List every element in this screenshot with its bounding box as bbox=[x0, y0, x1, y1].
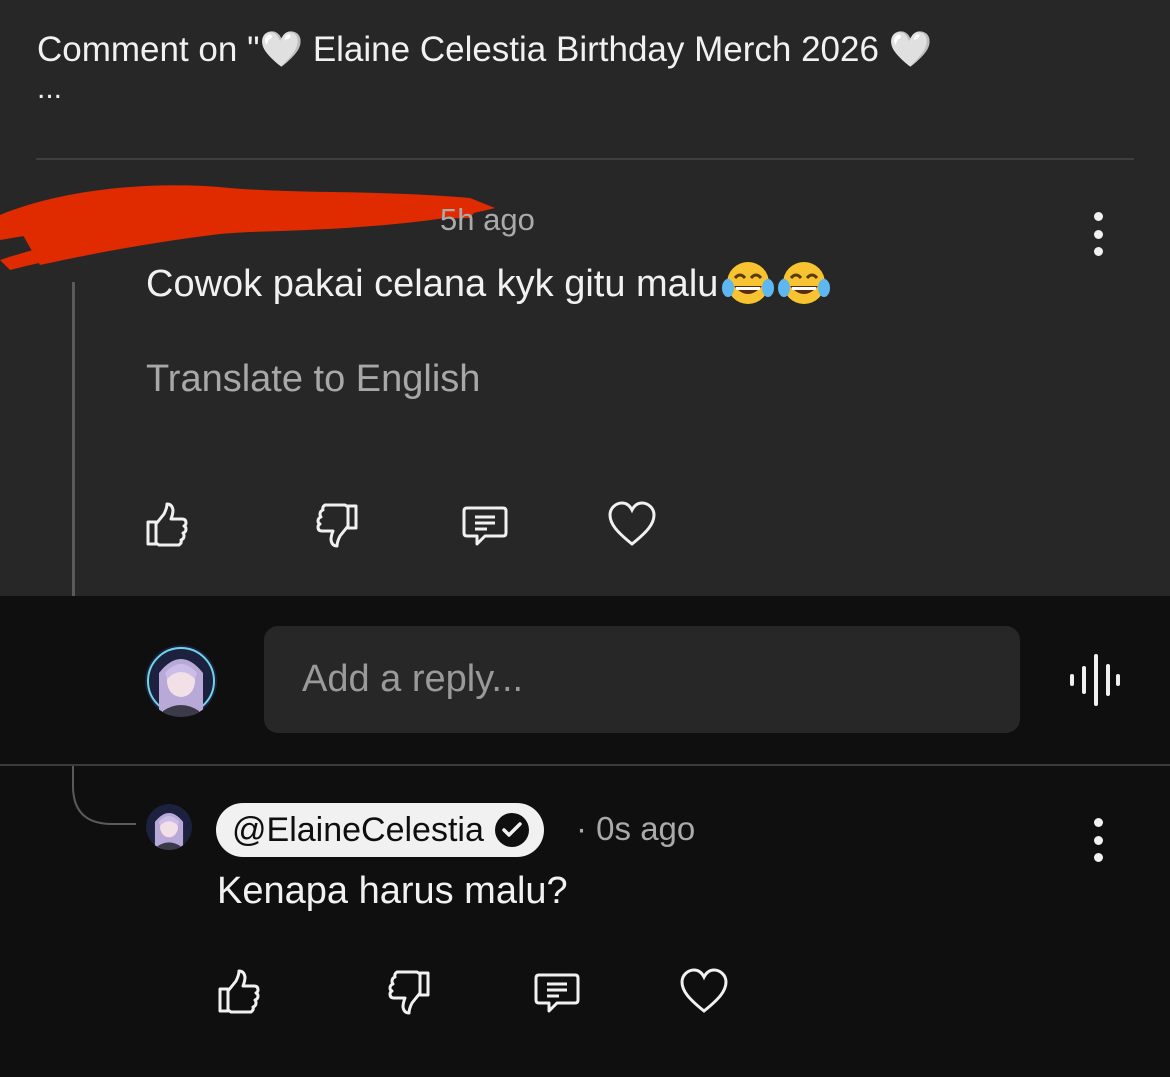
comment-text: Cowok pakai celana kyk gitu malu bbox=[146, 263, 719, 305]
reply-button[interactable] bbox=[460, 500, 510, 550]
reply-timestamp: 0s ago bbox=[596, 810, 696, 847]
heart-icon bbox=[680, 968, 728, 1013]
reply-more-button[interactable] bbox=[1088, 818, 1108, 862]
thumbs-down-icon bbox=[388, 970, 430, 1015]
comment-more-button[interactable] bbox=[1088, 212, 1108, 256]
thread-line bbox=[72, 282, 75, 596]
more-vert-icon bbox=[1093, 818, 1103, 827]
header-divider bbox=[36, 158, 1134, 160]
reply-divider bbox=[0, 764, 1170, 766]
reply-meta: · 0s ago bbox=[576, 810, 695, 848]
reply-author-chip[interactable]: @ElaineCelestia bbox=[216, 803, 544, 857]
laughing-emoji-icon bbox=[722, 262, 775, 304]
thumbs-up-icon bbox=[146, 502, 188, 547]
heart-button[interactable] bbox=[679, 967, 729, 1017]
heart-button[interactable] bbox=[607, 500, 657, 550]
header-title: Comment on "🤍 Elaine Celestia Birthday M… bbox=[37, 30, 933, 69]
like-button[interactable] bbox=[142, 500, 192, 550]
reply-button[interactable] bbox=[532, 967, 582, 1017]
dislike-button[interactable] bbox=[312, 500, 362, 550]
comment-icon bbox=[534, 973, 580, 1013]
thread-connector bbox=[72, 766, 136, 825]
comment-actions bbox=[142, 500, 657, 550]
thumbs-down-icon bbox=[316, 503, 358, 548]
dislike-button[interactable] bbox=[384, 967, 434, 1017]
reply-actions bbox=[214, 967, 729, 1017]
header-more[interactable]: ... bbox=[37, 74, 1137, 104]
reply-separator: · bbox=[576, 810, 587, 847]
like-button[interactable] bbox=[214, 967, 264, 1017]
comment-icon bbox=[462, 506, 508, 546]
comment-text-row: Cowok pakai celana kyk gitu malu bbox=[146, 258, 831, 308]
reply-author-name: @ElaineCelestia bbox=[232, 810, 484, 849]
add-reply-input[interactable] bbox=[264, 626, 1020, 733]
voice-search-icon[interactable] bbox=[1064, 652, 1124, 708]
reply-author-avatar[interactable] bbox=[146, 804, 192, 850]
reply-text: Kenapa harus malu? bbox=[217, 870, 568, 912]
verified-check-icon bbox=[494, 813, 529, 847]
comment-timestamp: 5h ago bbox=[440, 202, 535, 237]
laughing-emoji-icon bbox=[778, 262, 831, 304]
avatar[interactable] bbox=[145, 645, 217, 717]
translate-link[interactable]: Translate to English bbox=[146, 358, 480, 401]
comment-header: Comment on "🤍 Elaine Celestia Birthday M… bbox=[37, 28, 1137, 104]
heart-icon bbox=[608, 501, 656, 546]
more-vert-icon bbox=[1093, 212, 1103, 221]
thumbs-up-icon bbox=[218, 969, 260, 1014]
